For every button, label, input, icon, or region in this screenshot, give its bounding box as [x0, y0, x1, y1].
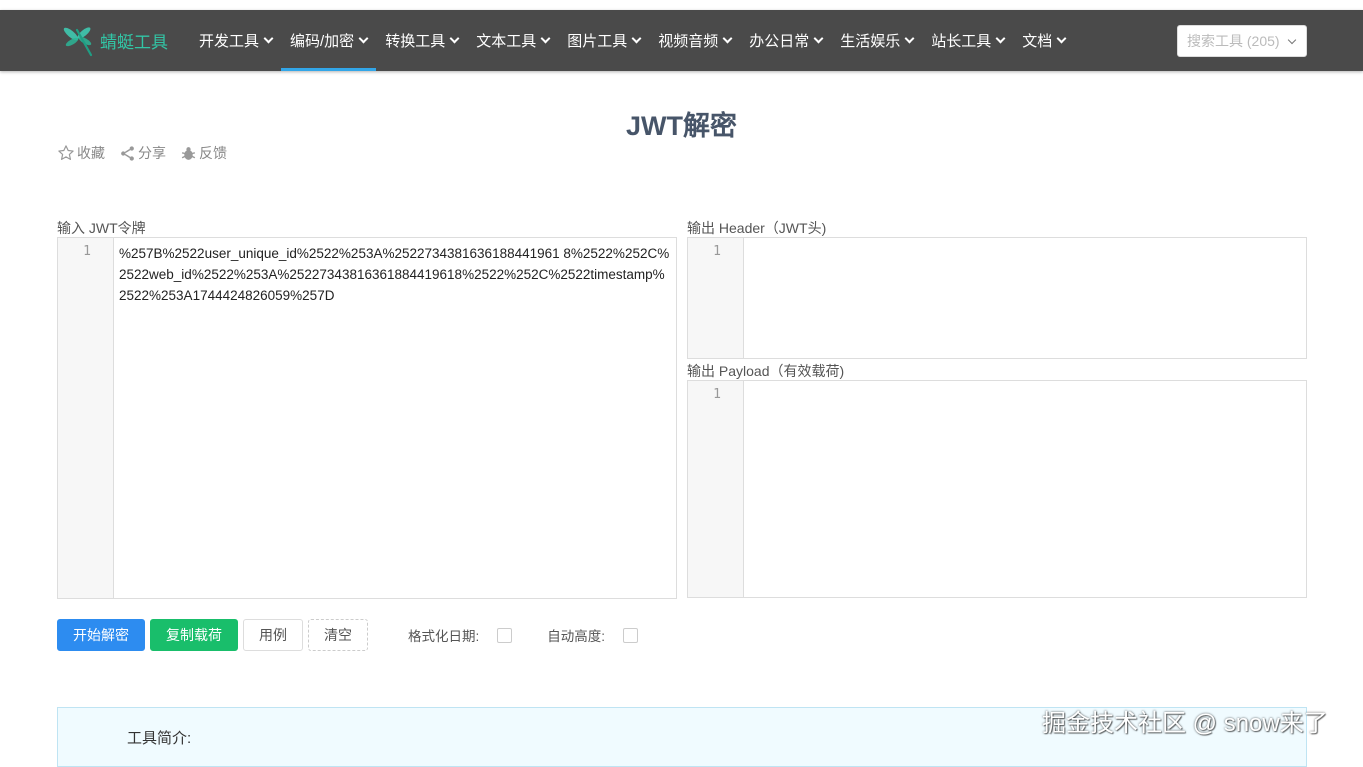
auto-height-label: 自动高度:	[547, 629, 606, 644]
nav-label: 生活娱乐	[840, 33, 901, 50]
dragonfly-logo-icon	[63, 27, 93, 57]
nav-label: 编码/加密	[290, 33, 355, 50]
favorite-button[interactable]: 收藏	[57, 143, 105, 163]
jwt-input-text[interactable]: %257B%2522user_unique_id%2522%253A%25227…	[119, 243, 670, 306]
chevron-down-icon	[813, 33, 824, 44]
nav-item-image-tools[interactable]: 图片工具	[558, 10, 649, 71]
chevron-down-icon	[722, 33, 733, 44]
nav-label: 文档	[1022, 33, 1053, 50]
chevron-down-icon	[263, 33, 274, 44]
input-label: 输入 JWT令牌	[57, 220, 146, 236]
action-bar: 开始解密 复制载荷 用例 清空 格式化日期: 自动高度:	[57, 619, 639, 651]
page-title: JWT解密	[626, 111, 737, 141]
tool-search-select[interactable]: 搜索工具 (205)	[1177, 25, 1307, 57]
copy-payload-button[interactable]: 复制载荷	[150, 619, 238, 651]
nav-item-docs[interactable]: 文档	[1013, 10, 1074, 71]
line-number: 1	[713, 244, 721, 259]
example-button[interactable]: 用例	[243, 619, 303, 651]
page-actions: 收藏 分享 反馈	[57, 143, 227, 163]
nav-label: 站长工具	[931, 33, 992, 50]
auto-height-option: 自动高度:	[547, 625, 639, 645]
line-number: 1	[713, 387, 721, 402]
nav-label: 办公日常	[749, 33, 810, 50]
chevron-down-icon	[995, 33, 1006, 44]
brand-name: 蜻蜓工具	[100, 32, 168, 52]
search-placeholder: 搜索工具 (205)	[1187, 33, 1280, 49]
chevron-down-icon	[1056, 33, 1067, 44]
editor-gutter: 1	[688, 238, 744, 358]
chevron-down-icon	[631, 33, 642, 44]
nav-item-video-audio[interactable]: 视频音频	[649, 10, 740, 71]
nav-item-life[interactable]: 生活娱乐	[831, 10, 922, 71]
favorite-label: 收藏	[77, 145, 105, 161]
editor-gutter: 1	[688, 381, 744, 597]
nav-item-text-tools[interactable]: 文本工具	[467, 10, 558, 71]
nav-item-encoding[interactable]: 编码/加密	[281, 10, 377, 71]
header-output-editor[interactable]: 1	[687, 237, 1307, 359]
top-navbar: 蜻蜓工具 开发工具 编码/加密 转换工具 文本工具 图片工具 视频音频 办公日常…	[0, 10, 1363, 71]
intro-title: 工具简介:	[127, 730, 192, 747]
logo[interactable]: 蜻蜓工具	[60, 22, 168, 58]
format-date-checkbox[interactable]	[497, 627, 513, 643]
output-header-label: 输出 Header（JWT头)	[687, 220, 827, 236]
chevron-down-icon	[1287, 35, 1297, 45]
editor-gutter: 1	[58, 238, 114, 598]
main-nav: 开发工具 编码/加密 转换工具 文本工具 图片工具 视频音频 办公日常 生活娱乐…	[190, 10, 1074, 71]
nav-item-office[interactable]: 办公日常	[740, 10, 831, 71]
format-date-label: 格式化日期:	[408, 629, 480, 644]
jwt-input-editor[interactable]: 1 %257B%2522user_unique_id%2522%253A%252…	[57, 237, 677, 599]
feedback-button[interactable]: 反馈	[180, 143, 227, 163]
auto-height-checkbox[interactable]	[623, 627, 639, 643]
payload-output-editor[interactable]: 1	[687, 380, 1307, 598]
nav-label: 视频音频	[658, 33, 719, 50]
share-label: 分享	[138, 145, 166, 161]
output-payload-label: 输出 Payload（有效载荷)	[687, 363, 845, 379]
watermark: 掘金技术社区 @ snow来了	[1042, 710, 1328, 737]
chevron-down-icon	[904, 33, 915, 44]
share-icon	[121, 145, 134, 161]
share-button[interactable]: 分享	[119, 143, 166, 163]
nav-label: 转换工具	[385, 33, 446, 50]
chevron-down-icon	[449, 33, 460, 44]
star-icon	[58, 145, 74, 160]
feedback-label: 反馈	[199, 145, 227, 161]
chevron-down-icon	[358, 33, 369, 44]
decode-button[interactable]: 开始解密	[57, 619, 145, 651]
bug-icon	[181, 146, 196, 160]
format-date-option: 格式化日期:	[408, 625, 513, 645]
chevron-down-icon	[540, 33, 551, 44]
nav-item-webmaster[interactable]: 站长工具	[922, 10, 1013, 71]
clear-button[interactable]: 清空	[308, 619, 368, 651]
nav-item-dev-tools[interactable]: 开发工具	[190, 10, 281, 71]
nav-label: 文本工具	[476, 33, 537, 50]
nav-item-convert-tools[interactable]: 转换工具	[376, 10, 467, 71]
line-number: 1	[83, 244, 91, 259]
nav-label: 图片工具	[567, 33, 628, 50]
nav-label: 开发工具	[199, 33, 260, 50]
